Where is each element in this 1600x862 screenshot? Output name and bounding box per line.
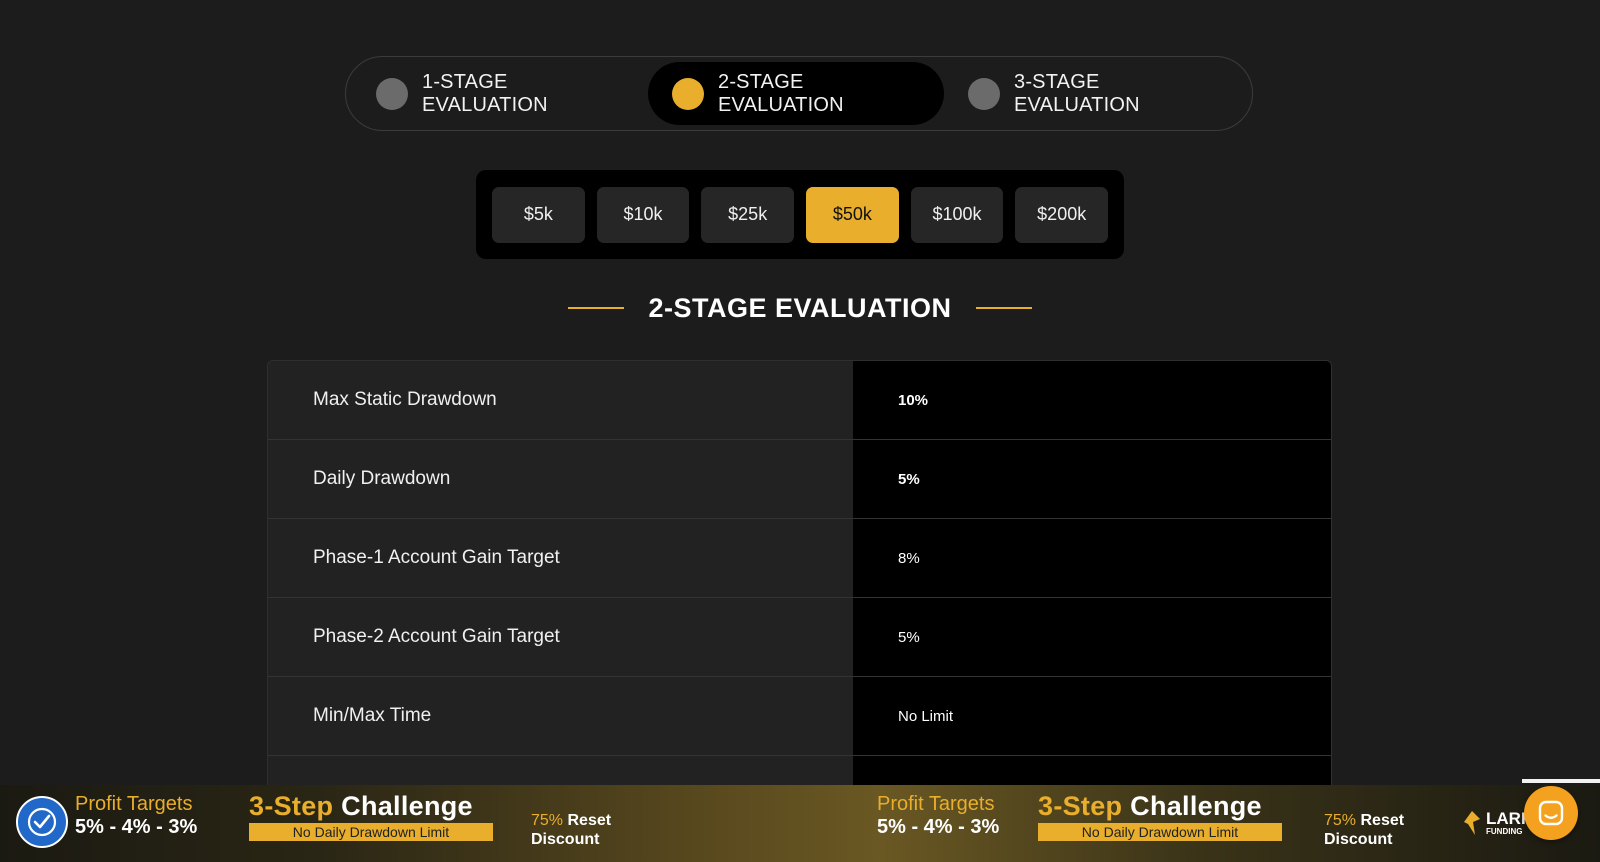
challenge-title-accent: 3-Step bbox=[249, 791, 334, 821]
brand-logo: LARK FUNDING bbox=[1462, 803, 1533, 843]
corner-strip bbox=[1522, 779, 1600, 783]
amount-button-200k[interactable]: $200k bbox=[1015, 186, 1109, 243]
chat-button[interactable] bbox=[1524, 786, 1578, 840]
discount-line: 75% Reset bbox=[1324, 811, 1404, 830]
stage-option-label: 3-STAGE EVALUATION bbox=[1014, 70, 1140, 116]
profit-targets-values: 5% - 4% - 3% bbox=[877, 816, 1000, 838]
table-row: Phase-2 Account Gain Target 5% bbox=[268, 598, 1331, 677]
stage-option-1[interactable]: 1-STAGE EVALUATION bbox=[352, 62, 648, 125]
stage-option-label: 1-STAGE EVALUATION bbox=[422, 70, 548, 116]
discount-percent: 75% bbox=[531, 812, 564, 829]
profit-targets-block: Profit Targets 5% - 4% - 3% bbox=[877, 793, 999, 857]
stage-option-3[interactable]: 3-STAGE EVALUATION bbox=[944, 62, 1240, 125]
table-row: Max Static Drawdown 10% bbox=[268, 361, 1331, 440]
discount-block: 75% Reset Discount bbox=[1324, 811, 1404, 862]
amount-button-25k[interactable]: $25k bbox=[701, 186, 795, 243]
promo-banner[interactable]: Profit Targets 5% - 4% - 3% 3-Step Chall… bbox=[0, 785, 1600, 862]
amount-button-100k[interactable]: $100k bbox=[910, 186, 1004, 243]
radio-dot-icon bbox=[968, 77, 1000, 110]
table-row: Phase-1 Account Gain Target 8% bbox=[268, 519, 1331, 598]
discount-line: 75% Reset bbox=[531, 811, 611, 830]
profit-targets-block: Profit Targets 5% - 4% - 3% bbox=[75, 793, 197, 857]
radio-dot-icon bbox=[376, 77, 408, 110]
heading-divider-right bbox=[975, 307, 1032, 309]
discount-block: 75% Reset Discount bbox=[531, 811, 611, 862]
challenge-subtitle: No Daily Drawdown Limit bbox=[249, 823, 493, 841]
challenge-subtitle: No Daily Drawdown Limit bbox=[1038, 823, 1282, 841]
discount-label: Discount bbox=[531, 831, 600, 848]
rule-label: Max Static Drawdown bbox=[268, 361, 853, 439]
lark-logo-icon bbox=[1464, 811, 1480, 835]
challenge-title-accent: 3-Step bbox=[1038, 791, 1123, 821]
profit-targets-values: 5% - 4% - 3% bbox=[75, 816, 198, 838]
amount-button-50k[interactable]: $50k bbox=[806, 186, 899, 243]
rule-label: Phase-1 Account Gain Target bbox=[268, 519, 853, 597]
heading-divider-left bbox=[568, 307, 625, 309]
radio-dot-icon bbox=[672, 77, 704, 110]
section-heading: 2-STAGE EVALUATION bbox=[0, 288, 1600, 328]
challenge-block: 3-Step Challenge No Daily Drawdown Limit bbox=[1038, 791, 1282, 855]
amount-button-5k[interactable]: $5k bbox=[492, 186, 585, 243]
rule-value: No Limit bbox=[853, 677, 1331, 755]
rule-label: Daily Drawdown bbox=[268, 440, 853, 518]
challenge-title-rest: Challenge bbox=[1130, 791, 1262, 821]
brand-sub: FUNDING bbox=[1486, 826, 1523, 836]
rules-table: Max Static Drawdown 10% Daily Drawdown 5… bbox=[267, 360, 1332, 792]
table-row: Daily Drawdown 5% bbox=[268, 440, 1331, 519]
rule-value: 5% bbox=[853, 440, 1331, 518]
table-row: Min/Max Time No Limit bbox=[268, 677, 1331, 756]
challenge-title: 3-Step Challenge bbox=[1038, 791, 1282, 821]
section-title: 2-STAGE EVALUATION bbox=[648, 292, 952, 323]
chat-icon bbox=[1538, 800, 1564, 826]
rule-label: Phase-2 Account Gain Target bbox=[268, 598, 853, 676]
rule-value: 5% bbox=[853, 598, 1331, 676]
challenge-title: 3-Step Challenge bbox=[249, 791, 493, 821]
rule-label: Min/Max Time bbox=[268, 677, 853, 755]
profit-targets-title: Profit Targets bbox=[877, 793, 995, 815]
check-badge-icon bbox=[16, 796, 68, 848]
profit-targets-title: Profit Targets bbox=[75, 793, 193, 815]
stage-selector: 1-STAGE EVALUATION 2-STAGE EVALUATION 3-… bbox=[345, 56, 1253, 131]
discount-percent: 75% bbox=[1324, 812, 1357, 829]
account-size-selector: $5k $10k $25k $50k $100k $200k bbox=[476, 170, 1124, 259]
rule-value: 10% bbox=[853, 361, 1331, 439]
discount-label: Discount bbox=[1324, 831, 1393, 848]
rule-value: 8% bbox=[853, 519, 1331, 597]
stage-option-2[interactable]: 2-STAGE EVALUATION bbox=[648, 62, 944, 125]
challenge-title-rest: Challenge bbox=[341, 791, 473, 821]
stage-option-label: 2-STAGE EVALUATION bbox=[718, 70, 844, 116]
challenge-block: 3-Step Challenge No Daily Drawdown Limit bbox=[249, 791, 493, 855]
amount-button-10k[interactable]: $10k bbox=[596, 186, 690, 243]
discount-word: Reset bbox=[1360, 812, 1405, 829]
discount-word: Reset bbox=[567, 812, 612, 829]
